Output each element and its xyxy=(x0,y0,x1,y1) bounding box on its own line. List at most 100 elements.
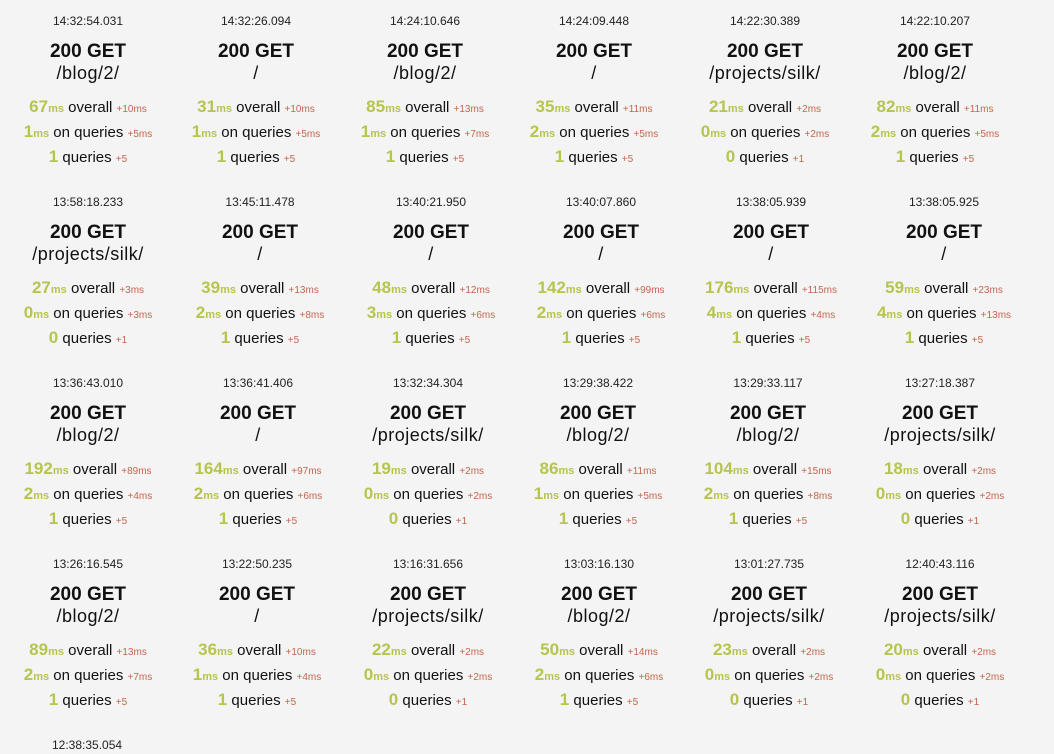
request-status: 200 GET xyxy=(389,403,467,424)
db-label: on queries xyxy=(563,486,634,503)
request-card[interactable]: 13:22:50.235 200 GET / 36ms overall +10m… xyxy=(172,543,342,714)
request-status: 200 GET xyxy=(221,222,299,243)
queries-delta: +5 xyxy=(971,335,984,346)
request-card[interactable]: 13:58:18.233 200 GET /projects/silk/ 27m… xyxy=(3,181,173,352)
queries-line: 1 queries +5 xyxy=(516,327,686,352)
db-line: 0ms on queries +2ms xyxy=(684,664,854,689)
db-value: 2 xyxy=(703,484,714,503)
request-card[interactable]: 13:38:05.939 200 GET / 176ms overall +11… xyxy=(686,181,856,352)
request-time: 13:22:50.235 xyxy=(221,557,293,571)
request-status: 200 GET xyxy=(896,41,974,62)
overall-unit: ms xyxy=(559,646,575,658)
overall-delta: +2ms xyxy=(971,466,997,477)
request-card[interactable]: 14:22:10.207 200 GET /blog/2/ 82ms overa… xyxy=(850,0,1020,171)
overall-line: 22ms overall +2ms xyxy=(343,639,513,664)
request-status: 200 GET xyxy=(901,403,979,424)
db-unit: ms xyxy=(885,490,902,502)
request-stats: 50ms overall +14ms 2ms on queries +6ms 1… xyxy=(514,639,684,714)
request-card[interactable]: 13:03:16.130 200 GET /blog/2/ 50ms overa… xyxy=(514,543,684,714)
request-card[interactable]: 13:40:07.860 200 GET / 142ms overall +99… xyxy=(516,181,686,352)
request-card[interactable]: 14:32:26.094 200 GET / 31ms overall +10m… xyxy=(171,0,341,171)
overall-unit: ms xyxy=(390,465,407,477)
request-path: /projects/silk/ xyxy=(713,606,825,626)
overall-value: 18 xyxy=(883,459,903,478)
request-card[interactable]: 13:36:43.010 200 GET /blog/2/ 192ms over… xyxy=(3,362,173,533)
queries-line: 0 queries +1 xyxy=(3,327,173,352)
overall-line: 67ms overall +10ms xyxy=(3,96,173,121)
db-unit: ms xyxy=(880,128,897,140)
queries-value: 0 xyxy=(48,328,59,347)
overall-unit: ms xyxy=(733,284,750,296)
overall-unit: ms xyxy=(895,103,912,115)
request-card[interactable]: 13:16:31.656 200 GET /projects/silk/ 22m… xyxy=(343,543,513,714)
request-card[interactable]: 13:36:41.406 200 GET / 164ms overall +97… xyxy=(173,362,343,533)
queries-label: queries xyxy=(575,330,625,347)
db-unit: ms xyxy=(370,128,387,140)
queries-label: queries xyxy=(914,692,964,709)
queries-label: queries xyxy=(232,511,282,528)
overall-value: 22 xyxy=(371,640,391,659)
queries-value: 0 xyxy=(388,690,399,709)
request-stats: 19ms overall +2ms 0ms on queries +2ms 0 … xyxy=(343,458,513,533)
request-card[interactable]: 13:29:38.422 200 GET /blog/2/ 86ms overa… xyxy=(513,362,683,533)
request-card[interactable]: 13:01:27.735 200 GET /projects/silk/ 23m… xyxy=(684,543,854,714)
db-delta: +2ms xyxy=(804,129,830,140)
overall-delta: +13ms xyxy=(288,285,319,296)
overall-delta: +2ms xyxy=(800,647,826,658)
queries-line: 1 queries +5 xyxy=(3,146,173,171)
queries-value: 1 xyxy=(48,147,59,166)
overall-label: overall xyxy=(68,642,113,659)
request-card[interactable]: 14:22:30.389 200 GET /projects/silk/ 21m… xyxy=(680,0,850,171)
overall-unit: ms xyxy=(216,103,232,115)
overall-delta: +115ms xyxy=(801,285,837,296)
request-status: 200 GET xyxy=(560,584,638,605)
request-card[interactable]: 13:26:16.545 200 GET /blog/2/ 89ms overa… xyxy=(3,543,173,714)
request-time: 13:03:16.130 xyxy=(563,557,635,571)
request-card[interactable]: 14:32:54.031 200 GET /blog/2/ 67ms overa… xyxy=(3,0,173,171)
db-delta: +3ms xyxy=(127,310,153,321)
queries-line: 1 queries +5 xyxy=(509,146,679,171)
db-label: on queries xyxy=(733,486,804,503)
overall-unit: ms xyxy=(52,465,69,477)
request-time: 12:40:43.116 xyxy=(905,557,975,571)
queries-line: 0 queries +1 xyxy=(343,508,513,533)
overall-line: 23ms overall +2ms xyxy=(684,639,854,664)
db-unit: ms xyxy=(716,309,733,321)
db-value: 2 xyxy=(870,122,881,141)
request-stats: 18ms overall +2ms 0ms on queries +2ms 0 … xyxy=(855,458,1025,533)
db-line: 3ms on queries +6ms xyxy=(346,302,516,327)
request-card[interactable]: 14:24:10.646 200 GET /blog/2/ 85ms overa… xyxy=(340,0,510,171)
overall-label: overall xyxy=(240,280,285,297)
request-card[interactable]: 13:29:33.117 200 GET /blog/2/ 104ms over… xyxy=(683,362,853,533)
request-card[interactable]: 12:40:43.116 200 GET /projects/silk/ 20m… xyxy=(855,543,1025,714)
request-stats: 164ms overall +97ms 2ms on queries +6ms … xyxy=(173,458,343,533)
overall-unit: ms xyxy=(904,284,920,296)
db-value: 0 xyxy=(23,303,34,322)
request-card[interactable]: 13:32:34.304 200 GET /projects/silk/ 19m… xyxy=(343,362,513,533)
queries-delta: +5 xyxy=(287,335,300,346)
db-unit: ms xyxy=(886,309,903,321)
queries-value: 1 xyxy=(220,328,231,347)
request-card[interactable]: 13:38:05.925 200 GET / 59ms overall +23m… xyxy=(859,181,1029,352)
request-time: 13:01:27.735 xyxy=(733,557,805,571)
db-label: on queries xyxy=(53,667,124,684)
db-value: 0 xyxy=(875,665,886,684)
request-card[interactable]: 13:27:18.387 200 GET /projects/silk/ 18m… xyxy=(855,362,1025,533)
overall-unit: ms xyxy=(554,103,571,115)
request-card[interactable]: 13:45:11.478 200 GET / 39ms overall +13m… xyxy=(175,181,345,352)
db-value: 0 xyxy=(704,665,715,684)
request-time: 14:24:09.448 xyxy=(558,14,630,28)
overall-label: overall xyxy=(410,642,456,659)
request-path: /blog/2/ xyxy=(567,606,631,626)
request-card[interactable]: 14:24:09.448 200 GET / 35ms overall +11m… xyxy=(509,0,679,171)
overall-line: 176ms overall +115ms xyxy=(686,277,856,302)
request-path: /blog/2/ xyxy=(736,425,800,445)
request-time: 14:22:10.207 xyxy=(899,14,971,28)
request-card[interactable]: 13:40:21.950 200 GET / 48ms overall +12m… xyxy=(346,181,516,352)
db-delta: +5ms xyxy=(637,491,663,502)
db-unit: ms xyxy=(539,128,556,140)
db-delta: +5ms xyxy=(295,129,321,140)
overall-line: 86ms overall +11ms xyxy=(513,458,683,483)
db-label: on queries xyxy=(564,667,635,684)
queries-label: queries xyxy=(234,330,284,347)
